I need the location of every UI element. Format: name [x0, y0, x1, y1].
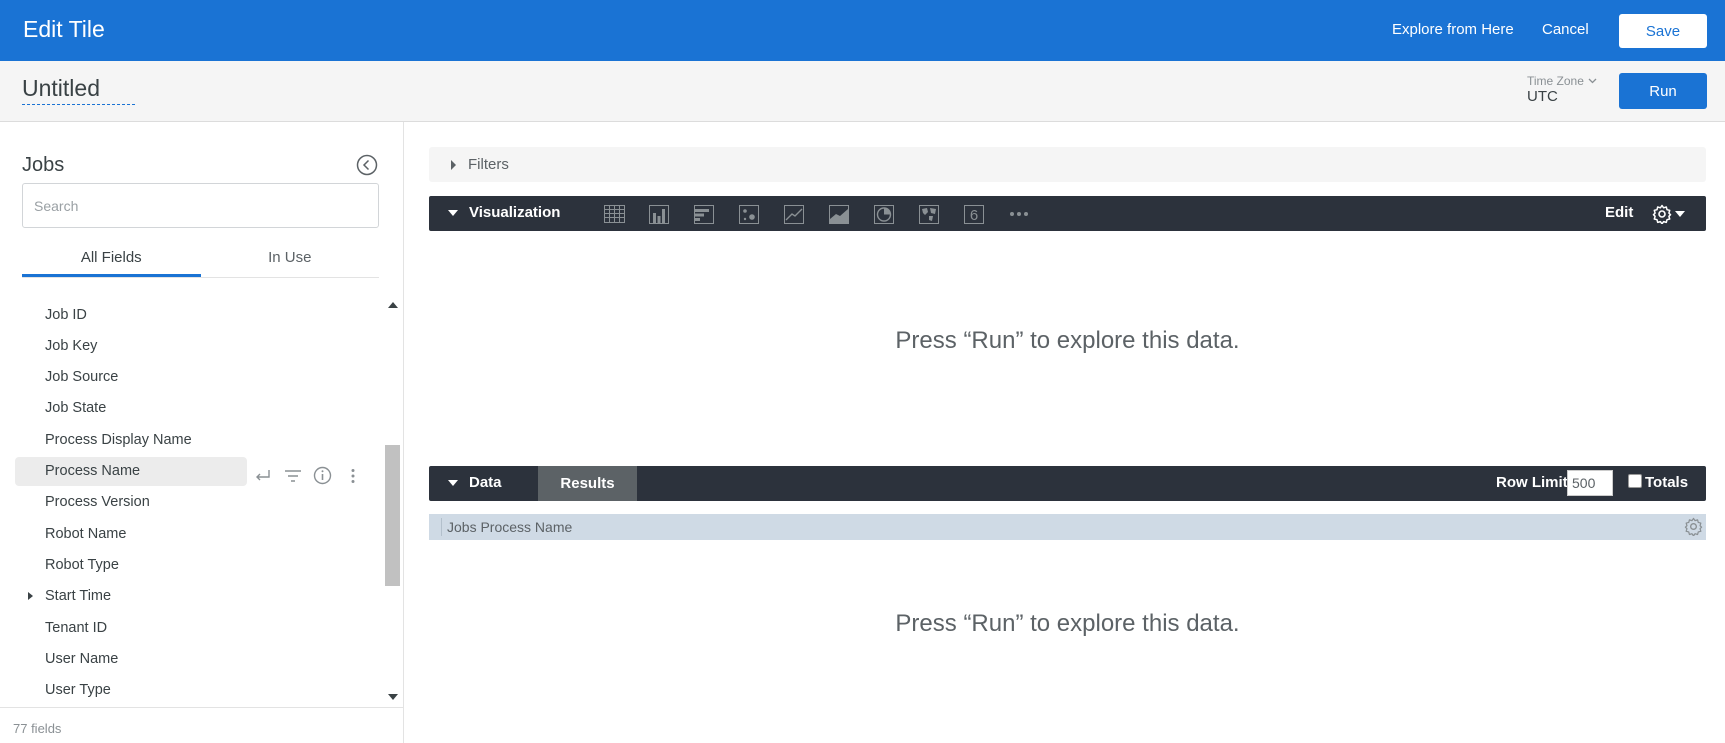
caret-down-icon [448, 210, 458, 216]
field-item[interactable]: Robot Name [15, 519, 247, 548]
field-item-label: User Name [45, 650, 119, 667]
totals-label: Totals [1645, 474, 1689, 491]
field-item-label: Tenant ID [45, 619, 108, 636]
field-item-label: Job State [45, 400, 107, 417]
visualization-bar[interactable]: Visualization 6 Edit [429, 196, 1706, 231]
pivot-icon[interactable] [253, 466, 272, 485]
field-item[interactable]: Process Display Name [15, 425, 247, 454]
top-bar: Edit Tile Explore from Here Cancel Save [0, 0, 1725, 61]
field-item-label: Start Time [45, 588, 112, 605]
field-list-scrollbar[interactable] [383, 295, 403, 707]
explore-name: Jobs [22, 154, 65, 176]
field-item-label: Process Display Name [45, 431, 192, 448]
save-button[interactable]: Save [1619, 14, 1707, 48]
field-item-label: Robot Type [45, 556, 119, 573]
area-chart-icon[interactable] [828, 203, 850, 225]
map-icon[interactable] [918, 203, 940, 225]
field-count: 77 fields [0, 707, 403, 743]
field-search-input[interactable] [22, 183, 379, 228]
timezone-selector[interactable]: Time Zone UTC [1527, 74, 1597, 105]
results-column-header: Jobs Process Name [429, 514, 1706, 540]
info-icon[interactable] [313, 466, 332, 485]
run-button[interactable]: Run [1619, 73, 1707, 109]
column-divider [441, 518, 442, 536]
field-item-label: Job Source [45, 369, 119, 386]
visualization-type-picker: 6 [603, 203, 1030, 225]
field-tabs: All Fields In Use [22, 240, 379, 278]
field-item[interactable]: Process Version [15, 488, 247, 517]
field-item[interactable]: Job State [15, 394, 247, 423]
timezone-label: Time Zone [1527, 74, 1584, 88]
data-bar[interactable]: Data Results Row Limit Totals [429, 466, 1706, 501]
chevron-down-icon [1588, 78, 1597, 84]
data-empty-message: Press “Run” to explore this data. [895, 610, 1240, 637]
filter-icon[interactable] [283, 466, 302, 485]
field-item[interactable]: Job Key [15, 331, 247, 360]
tab-in-use[interactable]: In Use [201, 240, 380, 277]
totals-checkbox[interactable] [1628, 474, 1642, 488]
visualization-settings-button[interactable] [1652, 202, 1692, 226]
field-actions [253, 466, 362, 485]
field-picker: Jobs All Fields In Use Job IDJob KeyJob … [0, 122, 404, 743]
field-item-label: User Type [45, 682, 111, 699]
tile-header: Untitled Time Zone UTC Run [0, 61, 1725, 122]
visualization-edit-button[interactable]: Edit [1605, 204, 1633, 221]
page-title: Edit Tile [23, 16, 105, 42]
filters-section[interactable]: Filters [429, 147, 1706, 182]
visualization-empty-message: Press “Run” to explore this data. [895, 327, 1240, 354]
visualization-label: Visualization [469, 204, 561, 221]
timezone-value: UTC [1527, 88, 1558, 105]
field-item[interactable]: User Type [15, 676, 247, 705]
field-item[interactable]: Tenant ID [15, 613, 247, 642]
scroll-thumb[interactable] [385, 445, 400, 586]
field-item[interactable]: Job Source [15, 363, 247, 392]
field-item[interactable]: User Name [15, 644, 247, 673]
field-item-label: Process Version [45, 494, 150, 511]
column-chart-icon[interactable] [648, 203, 670, 225]
collapse-panel-icon[interactable] [356, 154, 378, 176]
row-limit-input[interactable] [1567, 470, 1613, 496]
field-item-label: Job Key [45, 337, 98, 354]
explore-from-here-link[interactable]: Explore from Here [1392, 21, 1514, 38]
table-icon[interactable] [603, 203, 625, 225]
field-item-label: Robot Name [45, 525, 127, 542]
single-value-icon[interactable]: 6 [963, 203, 985, 225]
bar-chart-icon[interactable] [693, 203, 715, 225]
tab-results[interactable]: Results [538, 466, 637, 501]
scroll-up-arrow-icon[interactable] [388, 302, 398, 308]
line-chart-icon[interactable] [783, 203, 805, 225]
row-limit-label: Row Limit [1496, 474, 1568, 491]
chevron-down-icon [1675, 211, 1685, 217]
field-item[interactable]: Job ID [15, 300, 247, 329]
single-value-glyph: 6 [970, 207, 978, 224]
cancel-button[interactable]: Cancel [1542, 21, 1589, 38]
column-header-jobs-process-name[interactable]: Jobs Process Name [447, 519, 572, 535]
filters-label: Filters [468, 156, 509, 173]
gear-icon [1652, 204, 1672, 224]
caret-down-icon [448, 480, 458, 486]
caret-right-icon[interactable] [28, 591, 33, 600]
field-item-label: Process Name [45, 463, 141, 479]
more-icon[interactable] [1008, 203, 1030, 225]
field-item[interactable]: Start Time [15, 582, 247, 611]
tile-title-input[interactable]: Untitled [22, 75, 135, 105]
caret-right-icon [451, 159, 456, 170]
scatter-icon[interactable] [738, 203, 760, 225]
scroll-down-arrow-icon[interactable] [388, 694, 398, 700]
field-item-label: Job ID [45, 306, 87, 323]
tab-all-fields[interactable]: All Fields [22, 240, 201, 277]
gear-icon[interactable] [1684, 517, 1703, 536]
field-item[interactable]: Process Name [15, 456, 247, 486]
field-list: Job ID Job Key Job Source Job State Process … [0, 295, 383, 707]
more-options-icon[interactable] [343, 466, 362, 485]
pie-chart-icon[interactable] [873, 203, 895, 225]
field-item[interactable]: Robot Type [15, 550, 247, 579]
data-label: Data [469, 474, 502, 491]
